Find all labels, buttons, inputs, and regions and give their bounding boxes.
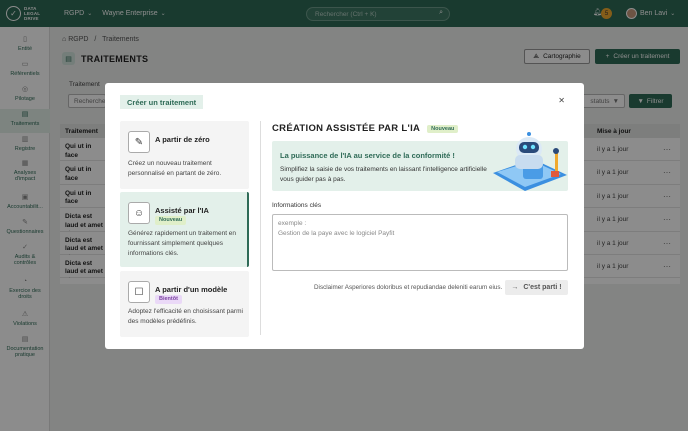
- option-ai-assisted[interactable]: ☺ Assisté par l'IA Nouveau Générez rapid…: [120, 192, 249, 267]
- pen-icon: ✎: [128, 131, 150, 153]
- key-info-textarea[interactable]: exemple : Gestion de la paye avec le log…: [272, 214, 568, 271]
- ai-section-header: CRÉATION ASSISTÉE PAR L'IA Nouveau: [272, 123, 459, 134]
- new-badge: Nouveau: [155, 216, 187, 225]
- soon-badge: Bientôt: [155, 295, 182, 304]
- key-info-label: Informations clés: [272, 202, 322, 209]
- new-badge: Nouveau: [427, 124, 459, 133]
- close-icon[interactable]: ✕: [558, 96, 565, 105]
- robot-illustration: [493, 132, 567, 191]
- arrow-right-icon: →: [511, 284, 519, 291]
- create-treatment-modal: Créer un traitement ✕ ✎ A partir de zéro…: [105, 83, 584, 349]
- option-from-scratch[interactable]: ✎ A partir de zéro Créez un nouveau trai…: [120, 121, 249, 189]
- template-icon: ☐: [128, 281, 150, 303]
- option-from-template[interactable]: ☐ A partir d'un modèle Bientôt Adoptez l…: [120, 271, 249, 337]
- submit-button[interactable]: → C'est parti !: [505, 280, 568, 295]
- disclaimer-text: Disclaimer Asperiores doloribus et repud…: [314, 284, 503, 291]
- robot-icon: ☺: [128, 202, 150, 224]
- divider: [260, 121, 261, 335]
- modal-title: Créer un traitement: [120, 95, 204, 109]
